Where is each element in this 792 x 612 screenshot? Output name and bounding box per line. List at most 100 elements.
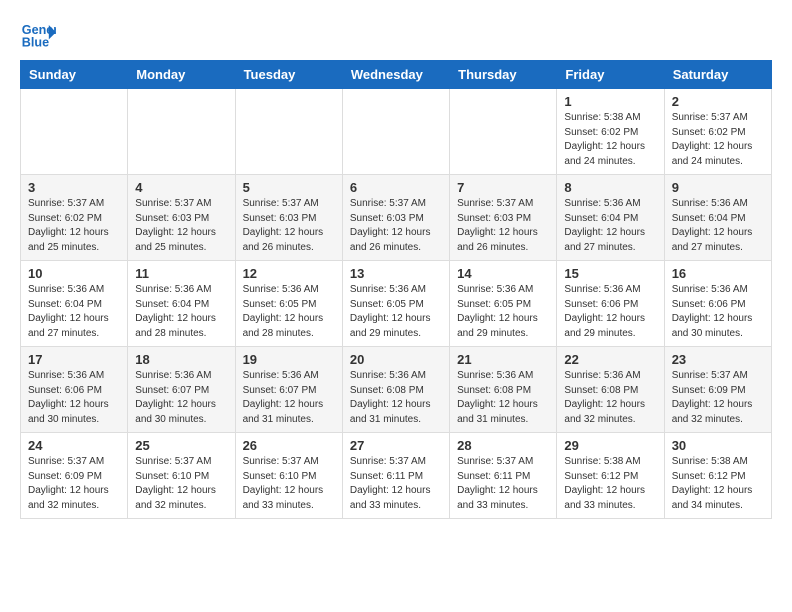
day-number: 25 [135, 438, 227, 453]
logo-icon: General Blue [20, 16, 56, 52]
day-cell: 21 Sunrise: 5:36 AM Sunset: 6:08 PM Dayli… [450, 347, 557, 433]
day-info: Sunrise: 5:38 AM Sunset: 6:12 PM Dayligh… [672, 455, 764, 513]
day-cell: 28 Sunrise: 5:37 AM Sunset: 6:11 PM Dayli… [450, 433, 557, 519]
day-info: Sunrise: 5:36 AM Sunset: 6:05 PM Dayligh… [243, 283, 335, 341]
day-number: 1 [564, 94, 656, 109]
day-number: 4 [135, 180, 227, 195]
day-cell: 30 Sunrise: 5:38 AM Sunset: 6:12 PM Dayli… [664, 433, 771, 519]
day-info: Sunrise: 5:36 AM Sunset: 6:04 PM Dayligh… [564, 197, 656, 255]
day-info: Sunrise: 5:36 AM Sunset: 6:08 PM Dayligh… [350, 369, 442, 427]
day-number: 26 [243, 438, 335, 453]
day-cell: 29 Sunrise: 5:38 AM Sunset: 6:12 PM Dayli… [557, 433, 664, 519]
weekday-wednesday: Wednesday [342, 61, 449, 89]
day-number: 28 [457, 438, 549, 453]
day-number: 27 [350, 438, 442, 453]
day-info: Sunrise: 5:36 AM Sunset: 6:04 PM Dayligh… [135, 283, 227, 341]
day-cell: 14 Sunrise: 5:36 AM Sunset: 6:05 PM Dayli… [450, 261, 557, 347]
day-cell: 12Sunrise: 5:36 AM Sunset: 6:05 PM Dayli… [235, 261, 342, 347]
day-cell: 6Sunrise: 5:37 AM Sunset: 6:03 PM Daylig… [342, 175, 449, 261]
day-cell [342, 89, 449, 175]
day-number: 2 [672, 94, 764, 109]
day-cell: 20 Sunrise: 5:36 AM Sunset: 6:08 PM Dayli… [342, 347, 449, 433]
day-info: Sunrise: 5:37 AM Sunset: 6:03 PM Dayligh… [243, 197, 335, 255]
day-cell: 5 Sunrise: 5:37 AM Sunset: 6:03 PM Daylig… [235, 175, 342, 261]
day-cell: 10 Sunrise: 5:36 AM Sunset: 6:04 PM Dayli… [21, 261, 128, 347]
day-cell [128, 89, 235, 175]
week-row-2: 10 Sunrise: 5:36 AM Sunset: 6:04 PM Dayli… [21, 261, 772, 347]
day-number: 10 [28, 266, 120, 281]
svg-text:Blue: Blue [22, 36, 49, 50]
day-number: 3 [28, 180, 120, 195]
day-number: 8 [564, 180, 656, 195]
day-info: Sunrise: 5:36 AM Sunset: 6:06 PM Dayligh… [672, 283, 764, 341]
week-row-1: 3 Sunrise: 5:37 AM Sunset: 6:02 PM Daylig… [21, 175, 772, 261]
day-info: Sunrise: 5:37 AM Sunset: 6:09 PM Dayligh… [28, 455, 120, 513]
day-info: Sunrise: 5:38 AM Sunset: 6:02 PM Dayligh… [564, 111, 656, 169]
day-cell [450, 89, 557, 175]
day-cell: 7 Sunrise: 5:37 AM Sunset: 6:03 PM Daylig… [450, 175, 557, 261]
day-cell: 26 Sunrise: 5:37 AM Sunset: 6:10 PM Dayli… [235, 433, 342, 519]
day-cell: 19Sunrise: 5:36 AM Sunset: 6:07 PM Dayli… [235, 347, 342, 433]
logo: General Blue [20, 16, 56, 52]
day-info: Sunrise: 5:36 AM Sunset: 6:04 PM Dayligh… [28, 283, 120, 341]
day-info: Sunrise: 5:36 AM Sunset: 6:08 PM Dayligh… [457, 369, 549, 427]
day-number: 9 [672, 180, 764, 195]
day-number: 20 [350, 352, 442, 367]
week-row-0: 1 Sunrise: 5:38 AM Sunset: 6:02 PM Daylig… [21, 89, 772, 175]
day-info: Sunrise: 5:36 AM Sunset: 6:08 PM Dayligh… [564, 369, 656, 427]
day-info: Sunrise: 5:36 AM Sunset: 6:06 PM Dayligh… [564, 283, 656, 341]
day-number: 5 [243, 180, 335, 195]
day-cell [21, 89, 128, 175]
day-cell: 22 Sunrise: 5:36 AM Sunset: 6:08 PM Dayli… [557, 347, 664, 433]
day-info: Sunrise: 5:36 AM Sunset: 6:04 PM Dayligh… [672, 197, 764, 255]
day-number: 18 [135, 352, 227, 367]
day-cell: 27 Sunrise: 5:37 AM Sunset: 6:11 PM Dayli… [342, 433, 449, 519]
day-info: Sunrise: 5:37 AM Sunset: 6:02 PM Dayligh… [28, 197, 120, 255]
day-info: Sunrise: 5:36 AM Sunset: 6:05 PM Dayligh… [350, 283, 442, 341]
page: General Blue SundayMondayTuesdayWednesda… [0, 0, 792, 539]
weekday-monday: Monday [128, 61, 235, 89]
day-info: Sunrise: 5:36 AM Sunset: 6:05 PM Dayligh… [457, 283, 549, 341]
calendar-table: SundayMondayTuesdayWednesdayThursdayFrid… [20, 60, 772, 519]
day-number: 24 [28, 438, 120, 453]
day-cell: 17 Sunrise: 5:36 AM Sunset: 6:06 PM Dayli… [21, 347, 128, 433]
day-cell: 16 Sunrise: 5:36 AM Sunset: 6:06 PM Dayli… [664, 261, 771, 347]
day-number: 19 [243, 352, 335, 367]
day-cell: 4 Sunrise: 5:37 AM Sunset: 6:03 PM Daylig… [128, 175, 235, 261]
day-number: 14 [457, 266, 549, 281]
weekday-thursday: Thursday [450, 61, 557, 89]
day-cell [235, 89, 342, 175]
day-number: 22 [564, 352, 656, 367]
day-cell: 15 Sunrise: 5:36 AM Sunset: 6:06 PM Dayli… [557, 261, 664, 347]
day-cell: 1 Sunrise: 5:38 AM Sunset: 6:02 PM Daylig… [557, 89, 664, 175]
header: General Blue [20, 16, 772, 52]
day-cell: 2 Sunrise: 5:37 AM Sunset: 6:02 PM Daylig… [664, 89, 771, 175]
day-number: 15 [564, 266, 656, 281]
day-number: 29 [564, 438, 656, 453]
day-cell: 24 Sunrise: 5:37 AM Sunset: 6:09 PM Dayli… [21, 433, 128, 519]
day-cell: 25Sunrise: 5:37 AM Sunset: 6:10 PM Dayli… [128, 433, 235, 519]
day-info: Sunrise: 5:36 AM Sunset: 6:06 PM Dayligh… [28, 369, 120, 427]
day-info: Sunrise: 5:37 AM Sunset: 6:03 PM Dayligh… [135, 197, 227, 255]
weekday-friday: Friday [557, 61, 664, 89]
day-number: 11 [135, 266, 227, 281]
day-info: Sunrise: 5:37 AM Sunset: 6:10 PM Dayligh… [243, 455, 335, 513]
weekday-saturday: Saturday [664, 61, 771, 89]
day-info: Sunrise: 5:37 AM Sunset: 6:11 PM Dayligh… [457, 455, 549, 513]
day-info: Sunrise: 5:36 AM Sunset: 6:07 PM Dayligh… [135, 369, 227, 427]
day-info: Sunrise: 5:37 AM Sunset: 6:03 PM Dayligh… [457, 197, 549, 255]
day-number: 17 [28, 352, 120, 367]
day-number: 7 [457, 180, 549, 195]
day-cell: 13Sunrise: 5:36 AM Sunset: 6:05 PM Dayli… [342, 261, 449, 347]
week-row-4: 24 Sunrise: 5:37 AM Sunset: 6:09 PM Dayli… [21, 433, 772, 519]
day-number: 21 [457, 352, 549, 367]
day-number: 6 [350, 180, 442, 195]
day-number: 23 [672, 352, 764, 367]
day-info: Sunrise: 5:37 AM Sunset: 6:02 PM Dayligh… [672, 111, 764, 169]
day-number: 16 [672, 266, 764, 281]
weekday-header-row: SundayMondayTuesdayWednesdayThursdayFrid… [21, 61, 772, 89]
day-info: Sunrise: 5:38 AM Sunset: 6:12 PM Dayligh… [564, 455, 656, 513]
day-number: 30 [672, 438, 764, 453]
day-info: Sunrise: 5:37 AM Sunset: 6:11 PM Dayligh… [350, 455, 442, 513]
day-cell: 8 Sunrise: 5:36 AM Sunset: 6:04 PM Daylig… [557, 175, 664, 261]
